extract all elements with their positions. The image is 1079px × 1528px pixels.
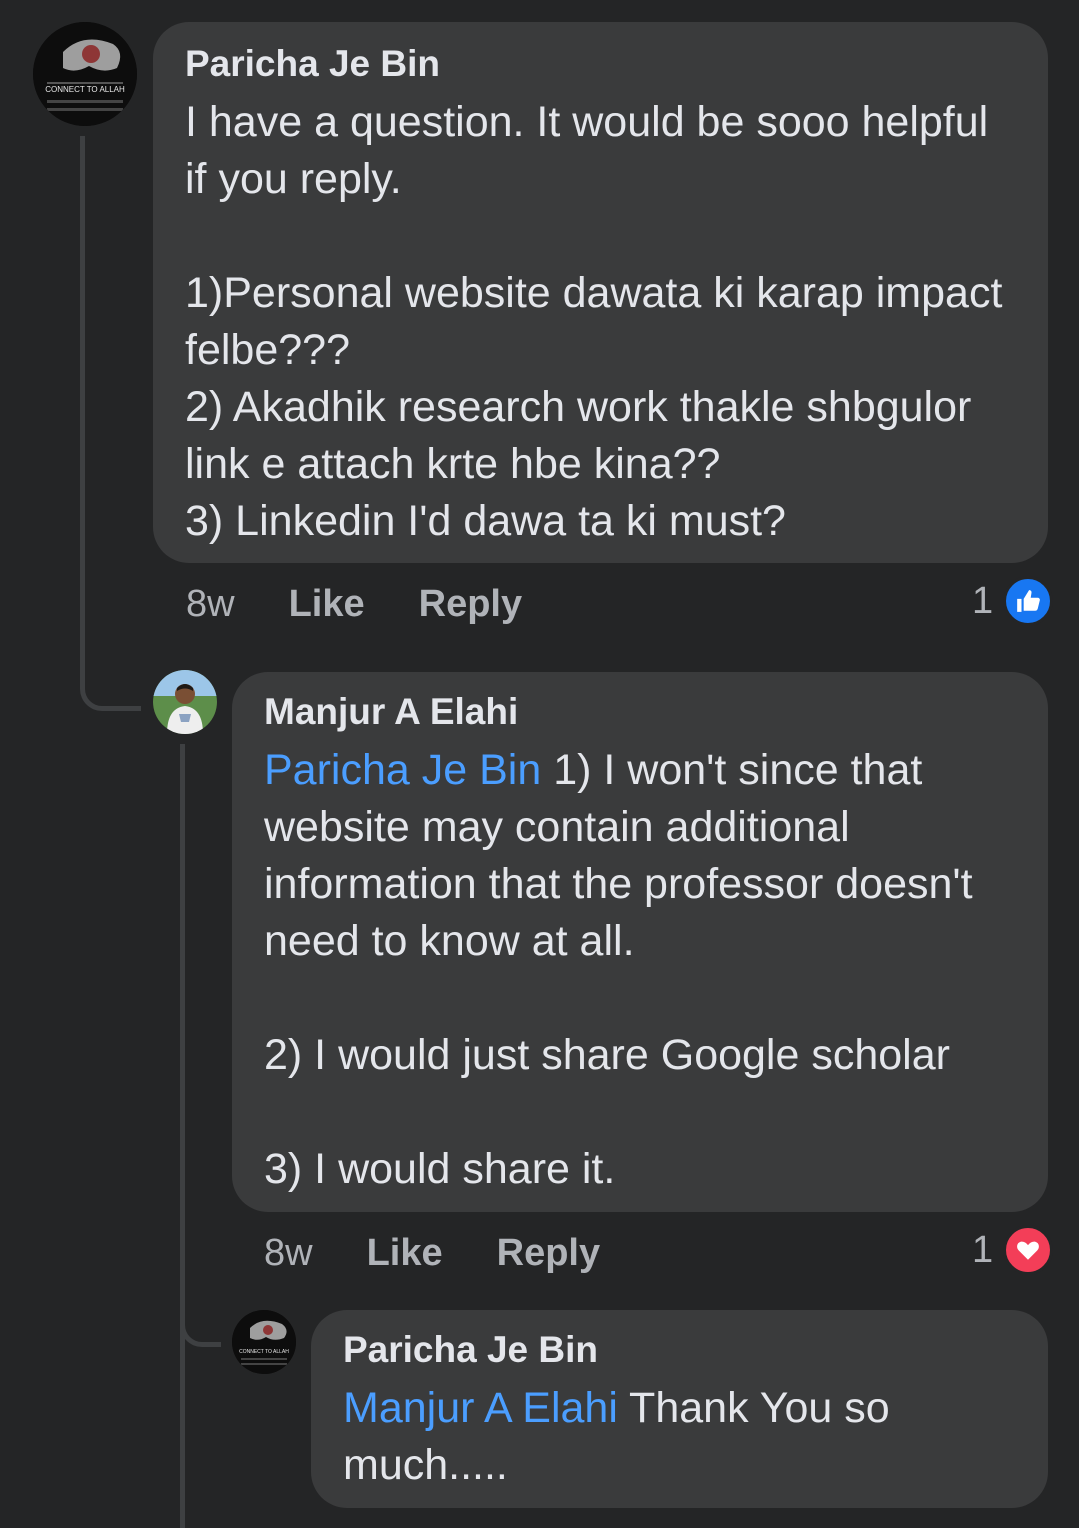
comment-bubble: Manjur A Elahi Paricha Je Bin 1) I won't… <box>232 672 1048 1212</box>
reaction-count: 1 <box>972 579 994 622</box>
thread-branch-reply-2 <box>180 1296 221 1347</box>
comment-author[interactable]: Paricha Je Bin <box>185 42 1016 86</box>
svg-text:CONNECT TO ALLAH: CONNECT TO ALLAH <box>45 85 125 94</box>
love-icon <box>1003 1225 1054 1275</box>
reaction-summary[interactable]: 1 <box>972 1225 1054 1275</box>
reply-button[interactable]: Reply <box>419 583 522 626</box>
comment-author[interactable]: Paricha Je Bin <box>343 1328 1016 1372</box>
mention-link[interactable]: Manjur A Elahi <box>343 1384 618 1432</box>
profile-picture: CONNECT TO ALLAH <box>232 1310 296 1374</box>
comment-text: I have a question. It would be sooo help… <box>185 94 1016 550</box>
like-button[interactable]: Like <box>367 1232 443 1275</box>
profile-picture <box>153 670 217 734</box>
svg-text:CONNECT TO ALLAH: CONNECT TO ALLAH <box>239 1349 289 1355</box>
comment-text: Paricha Je Bin 1) I won't since that web… <box>264 742 1016 1198</box>
reply-button[interactable]: Reply <box>497 1232 600 1275</box>
comment-bubble: Paricha Je Bin Manjur A Elahi Thank You … <box>311 1310 1048 1508</box>
comment-actions: 8w Like Reply <box>186 580 576 628</box>
comment-author[interactable]: Manjur A Elahi <box>264 690 1016 734</box>
profile-picture: CONNECT TO ALLAH <box>33 22 137 126</box>
comment-bubble: Paricha Je Bin I have a question. It wou… <box>153 22 1048 563</box>
reaction-summary[interactable]: 1 <box>972 576 1054 626</box>
comment-text-content: I have a question. It would be sooo help… <box>185 98 1003 545</box>
avatar[interactable]: CONNECT TO ALLAH <box>232 1310 296 1374</box>
comment-text: Manjur A Elahi Thank You so much..... <box>343 1380 1016 1494</box>
comment-text-content: 1) I won't since that website may contai… <box>264 746 973 1193</box>
comment-timestamp[interactable]: 8w <box>186 583 235 626</box>
thread-branch-reply-1 <box>80 660 141 711</box>
avatar[interactable]: CONNECT TO ALLAH <box>33 22 137 126</box>
like-icon <box>1003 576 1054 626</box>
avatar[interactable] <box>153 670 217 734</box>
mention-link[interactable]: Paricha Je Bin <box>264 746 541 794</box>
comment-thread: CONNECT TO ALLAH Paricha Je Bin I have a… <box>0 0 1079 1528</box>
reaction-count: 1 <box>972 1228 994 1271</box>
thread-line-reply <box>180 744 185 1528</box>
thread-line-main <box>80 136 85 666</box>
comment-actions: 8w Like Reply <box>264 1229 654 1277</box>
comment-timestamp[interactable]: 8w <box>264 1232 313 1275</box>
like-button[interactable]: Like <box>289 583 365 626</box>
